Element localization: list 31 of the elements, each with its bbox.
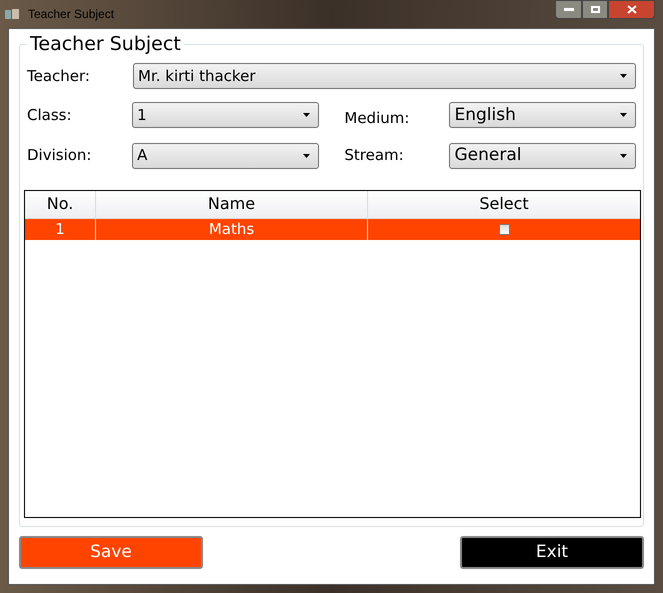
table-cell: 1: [25, 218, 96, 240]
field-label: Stream:: [344, 145, 405, 166]
column-header[interactable]: Select: [368, 190, 640, 218]
minimize-button[interactable]: [555, 0, 582, 19]
field-label: Teacher:: [27, 66, 91, 87]
dropdown[interactable]: General: [449, 142, 636, 168]
exit-button[interactable]: Exit: [460, 536, 644, 569]
caret-icon: [620, 113, 627, 118]
dropdown[interactable]: Mr. kirti thacker: [133, 63, 636, 89]
field-label: Division:: [27, 145, 92, 166]
maximize-icon: [590, 6, 600, 13]
field-label: Class:: [27, 105, 73, 126]
field-label: Medium:: [344, 108, 410, 129]
group-title: Teacher Subject: [27, 33, 184, 55]
close-button[interactable]: [608, 0, 655, 19]
column-header[interactable]: No.: [25, 190, 96, 218]
app-icon: [4, 7, 20, 21]
minimize-icon: [564, 8, 574, 11]
table-cell: Maths: [96, 218, 368, 240]
caret-icon: [302, 154, 310, 158]
column-header[interactable]: Name: [96, 190, 368, 218]
caret-icon: [620, 74, 627, 78]
dropdown[interactable]: 1: [132, 102, 319, 128]
maximize-button[interactable]: [582, 0, 608, 19]
caret-icon: [302, 113, 310, 118]
dropdown[interactable]: A: [132, 142, 319, 168]
caret-icon: [620, 154, 627, 158]
dropdown[interactable]: English: [449, 102, 636, 128]
select-checkbox[interactable]: [498, 224, 510, 234]
close-icon: [626, 5, 636, 14]
window-title: Teacher Subject: [28, 6, 114, 23]
